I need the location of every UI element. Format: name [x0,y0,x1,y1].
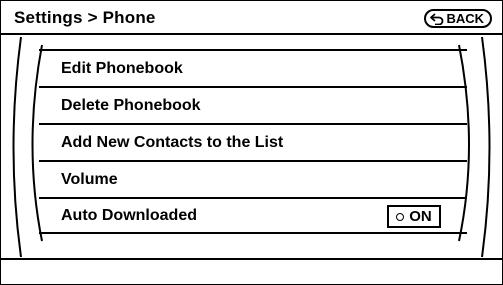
menu-item-edit-phonebook[interactable]: Edit Phonebook [39,49,467,86]
indicator-dot-icon [396,212,405,221]
toggle-state: ON [409,208,432,225]
phone-settings-screen: Settings > Phone BACK Edit Phonebook Del… [0,0,503,285]
menu-item-label: Auto Downloaded [61,206,197,224]
menu-item-volume[interactable]: Volume [39,160,467,197]
menu-item-label: Volume [61,170,118,188]
menu-item-label: Edit Phonebook [61,59,183,77]
bottom-status-bar [1,258,502,284]
menu-item-auto-downloaded[interactable]: Auto Downloaded ON [39,197,467,234]
menu-item-label: Add New Contacts to the List [61,133,284,151]
auto-download-toggle[interactable]: ON [387,205,441,228]
menu-item-label: Delete Phonebook [61,96,201,114]
menu-item-delete-phonebook[interactable]: Delete Phonebook [39,86,467,123]
settings-menu-list: Edit Phonebook Delete Phonebook Add New … [39,49,467,234]
menu-item-add-new-contacts[interactable]: Add New Contacts to the List [39,123,467,160]
